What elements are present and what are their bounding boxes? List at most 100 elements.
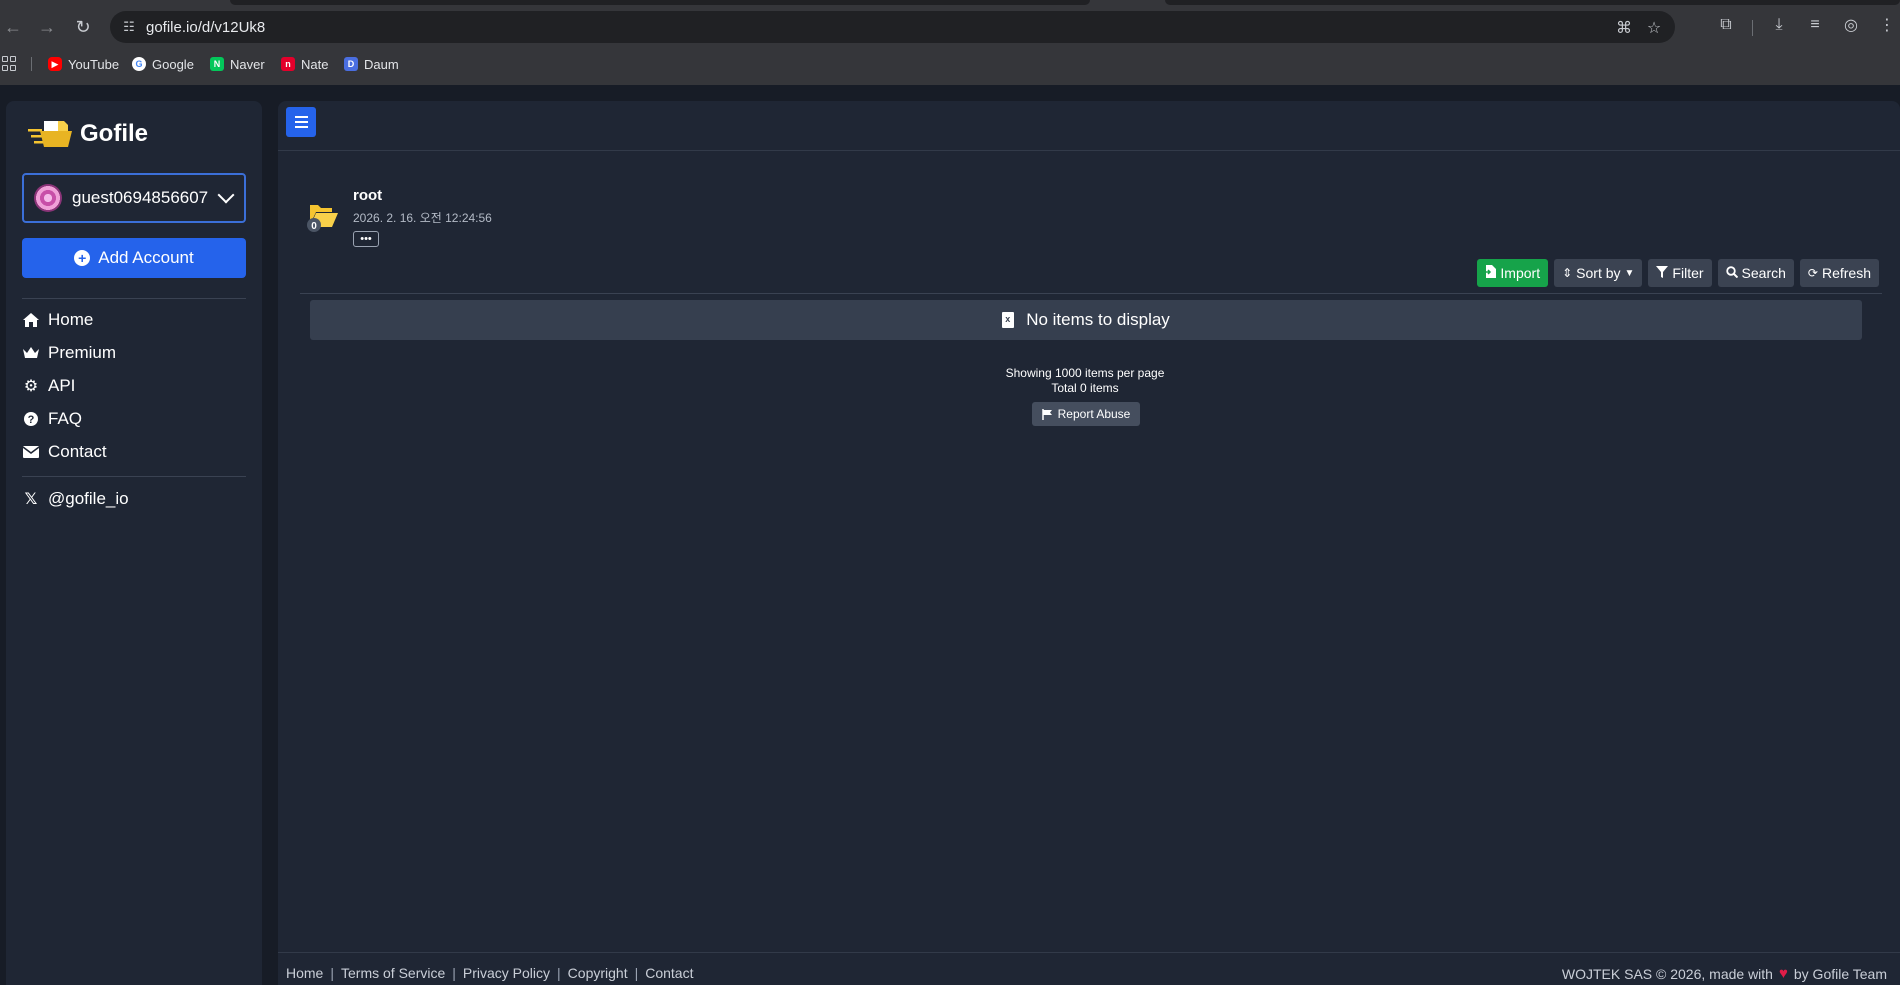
refresh-label: Refresh — [1821, 265, 1871, 281]
sort-label: Sort by — [1576, 265, 1621, 281]
filter-icon — [1656, 265, 1669, 281]
footer-copyright: WOJTEK SAS © 2026, made with ♥ by Gofile… — [1562, 965, 1887, 982]
add-account-button[interactable]: + Add Account — [22, 238, 246, 278]
sidebar-item-label: Home — [48, 310, 94, 329]
sidebar-item-label: Premium — [48, 343, 117, 362]
browser-toolbar: ← → ↻ ☷ gofile.io/d/v12Uk8 ⌘ ☆ ⧉ ⤓ ≡ ◎ ⋮ — [0, 8, 1900, 46]
naver-icon: N — [210, 57, 224, 71]
media-control-icon[interactable]: ≡ — [1804, 14, 1826, 36]
footer-divider — [278, 952, 1900, 953]
extensions-icon[interactable]: ⧉ — [1715, 14, 1737, 36]
translate-icon[interactable]: ⌘ — [1613, 17, 1635, 39]
import-button[interactable]: Import — [1477, 259, 1549, 287]
more-options-button[interactable]: ••• — [353, 231, 379, 247]
question-icon: ? — [22, 410, 40, 428]
back-icon[interactable]: ← — [0, 14, 26, 40]
bookmark-label: Google — [152, 56, 194, 72]
search-icon — [1725, 265, 1738, 281]
file-import-icon — [1485, 265, 1497, 281]
forward-icon[interactable]: → — [34, 14, 60, 40]
url-text[interactable]: gofile.io/d/v12Uk8 — [146, 19, 265, 36]
bookmark-nate[interactable]: n Nate — [281, 55, 328, 73]
crown-icon — [22, 344, 40, 362]
sidebar-item-home[interactable]: Home — [22, 307, 93, 333]
bookmark-naver[interactable]: N Naver — [210, 55, 265, 73]
footer-separator: | — [330, 965, 334, 981]
download-icon[interactable]: ⤓ — [1768, 14, 1790, 36]
sidebar-item-x-social[interactable]: 𝕏 @gofile_io — [22, 486, 129, 512]
home-icon — [22, 311, 40, 329]
account-name: guest0694856607 — [72, 188, 209, 207]
bookmark-label: Naver — [230, 56, 265, 72]
bookmark-youtube[interactable]: ▶ YouTube — [48, 55, 119, 73]
bookmark-daum[interactable]: D Daum — [344, 55, 399, 73]
import-label: Import — [1500, 265, 1541, 281]
envelope-icon — [22, 443, 40, 461]
refresh-button[interactable]: ⟳ Refresh — [1799, 259, 1879, 287]
footer-links: Home | Terms of Service | Privacy Policy… — [286, 965, 693, 981]
tab-strip — [230, 0, 1090, 5]
address-bar[interactable]: ☷ gofile.io/d/v12Uk8 ⌘ ☆ — [110, 11, 1675, 43]
profile-icon[interactable]: ◎ — [1840, 14, 1862, 36]
footer-separator: | — [452, 965, 456, 981]
report-abuse-button[interactable]: Report Abuse — [1032, 402, 1140, 426]
page: Gofile guest0694856607 + Add Account Hom… — [0, 85, 1900, 985]
account-select[interactable]: guest0694856607 — [22, 173, 246, 223]
search-button[interactable]: Search — [1717, 259, 1794, 287]
folder-open-icon: 0 — [306, 199, 340, 235]
reload-icon[interactable]: ↻ — [70, 14, 96, 40]
footer-link-terms[interactable]: Terms of Service — [341, 965, 445, 981]
sort-icon: ⇕ — [1562, 266, 1573, 280]
report-abuse-label: Report Abuse — [1057, 407, 1131, 421]
chevron-down-icon — [217, 186, 235, 204]
menu-toggle-button[interactable] — [286, 107, 316, 137]
bookmarks-bar: ▶ YouTube G Google N Naver n Nate D Daum — [0, 52, 1900, 76]
filter-button[interactable]: Filter — [1648, 259, 1712, 287]
browser-menu-icon[interactable]: ⋮ — [1876, 14, 1898, 36]
hamburger-icon — [294, 116, 308, 118]
logo-text: Gofile — [80, 120, 149, 147]
site-settings-icon[interactable]: ☷ — [120, 18, 138, 36]
sidebar-item-contact[interactable]: Contact — [22, 439, 107, 465]
bookmark-star-icon[interactable]: ☆ — [1643, 17, 1665, 39]
sort-by-button[interactable]: ⇕ Sort by ▼ — [1554, 259, 1643, 287]
caret-down-icon: ▼ — [1624, 267, 1635, 279]
sidebar-item-label: API — [48, 376, 76, 395]
footer-link-copyright[interactable]: Copyright — [568, 965, 628, 981]
tab-strip — [1165, 0, 1900, 5]
sidebar-item-premium[interactable]: Premium — [22, 340, 116, 366]
sidebar-item-faq[interactable]: ? FAQ — [22, 406, 82, 432]
apps-grid-icon[interactable] — [2, 56, 18, 72]
footer-link-privacy[interactable]: Privacy Policy — [463, 965, 550, 981]
copyright-suffix: by Gofile Team — [1793, 965, 1887, 982]
folder-date: 2026. 2. 16. 오전 12:24:56 — [353, 211, 492, 225]
sidebar-divider — [22, 298, 246, 299]
folder-title: root — [353, 187, 383, 204]
bookmarks-divider — [31, 57, 32, 71]
paging-total: Total 0 items — [1051, 381, 1119, 395]
copyright-prefix: WOJTEK SAS © 2026, made with — [1561, 965, 1773, 982]
footer-link-contact[interactable]: Contact — [645, 965, 693, 981]
avatar — [34, 184, 62, 212]
flag-icon — [1041, 409, 1052, 420]
sidebar-item-label: FAQ — [48, 409, 83, 428]
footer-separator: | — [634, 965, 639, 981]
youtube-icon: ▶ — [48, 57, 62, 71]
sidebar-item-api[interactable]: ⚙ API — [22, 373, 76, 399]
bookmark-label: Nate — [301, 56, 329, 72]
refresh-icon: ⟳ — [1807, 266, 1818, 280]
actions-divider — [300, 293, 1882, 294]
main-content: 0 root 2026. 2. 16. 오전 12:24:56 ••• Impo… — [278, 101, 1900, 985]
plus-circle-icon: + — [74, 250, 91, 266]
logo[interactable]: Gofile — [28, 117, 148, 151]
empty-message: No items to display — [1026, 310, 1170, 329]
nate-icon: n — [281, 57, 295, 71]
paging-per-page: Showing 1000 items per page — [1005, 366, 1165, 380]
sidebar-item-label: Contact — [48, 442, 107, 461]
bookmark-google[interactable]: G Google — [132, 55, 194, 73]
file-excel-icon — [1002, 312, 1015, 328]
folder-count-badge: 0 — [311, 221, 317, 232]
footer-link-home[interactable]: Home — [286, 965, 323, 981]
filter-label: Filter — [1672, 265, 1704, 281]
svg-text:?: ? — [28, 414, 35, 426]
